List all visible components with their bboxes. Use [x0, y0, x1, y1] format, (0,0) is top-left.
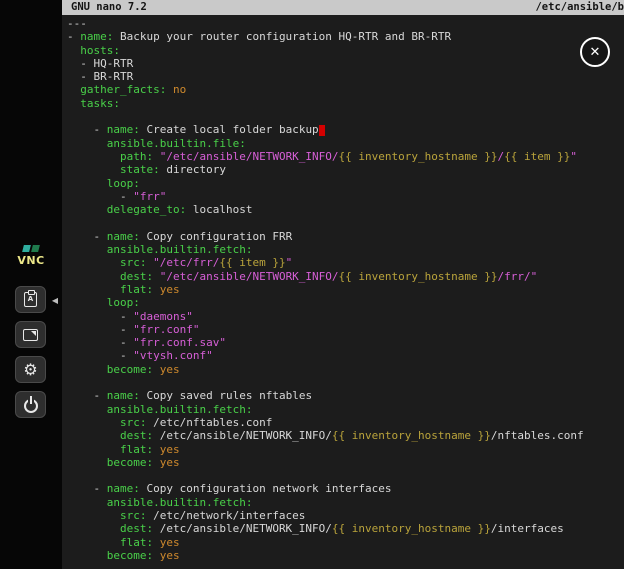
editor-line: - "frr.conf.sav" [67, 336, 624, 349]
editor-line [67, 110, 624, 123]
editor-line: - "vtysh.conf" [67, 349, 624, 362]
editor-line: - BR-RTR [67, 70, 624, 83]
vnc-logo-mark-icon [23, 245, 39, 252]
editor-line: hosts: [67, 44, 624, 57]
close-icon: ✕ [590, 46, 601, 59]
vnc-control-sidebar: VNC A ⚙ ◀ [0, 0, 62, 569]
editor-line: - "frr.conf" [67, 323, 624, 336]
editor-line: loop: [67, 296, 624, 309]
editor-line: - HQ-RTR [67, 57, 624, 70]
terminal-window: GNU nano 7.2 /etc/ansible/b ---- name: B… [62, 0, 624, 569]
editor-line: become: yes [67, 456, 624, 469]
editor-line: dest: /etc/ansible/NETWORK_INFO/{{ inven… [67, 429, 624, 442]
settings-button[interactable]: ⚙ [15, 356, 46, 383]
editor-line: - name: Copy saved rules nftables [67, 389, 624, 402]
editor-line: - name: Create local folder backup [67, 123, 624, 136]
gear-icon: ⚙ [23, 362, 37, 378]
editor-line: - "frr" [67, 190, 624, 203]
power-button[interactable] [15, 391, 46, 418]
editor-line: flat: yes [67, 283, 624, 296]
editor-line: ansible.builtin.file: [67, 137, 624, 150]
editor-line [67, 469, 624, 482]
editor-line [67, 216, 624, 229]
editor-content[interactable]: ---- name: Backup your router configurat… [62, 15, 624, 562]
editor-line: - "daemons" [67, 310, 624, 323]
screen: VNC A ⚙ ◀ GNU nano 7.2 /etc/ansible/b --… [0, 0, 624, 569]
editor-line: become: yes [67, 549, 624, 562]
editor-line: dest: /etc/ansible/NETWORK_INFO/{{ inven… [67, 522, 624, 535]
file-path-label: /etc/ansible/b [535, 0, 624, 15]
editor-line: ansible.builtin.fetch: [67, 243, 624, 256]
editor-line: gather_facts: no [67, 83, 624, 96]
clipboard-icon: A [24, 292, 37, 307]
close-button[interactable]: ✕ [580, 37, 610, 67]
editor-line: state: directory [67, 163, 624, 176]
editor-line: src: /etc/nftables.conf [67, 416, 624, 429]
text-cursor [319, 125, 325, 136]
editor-line: - name: Copy configuration FRR [67, 230, 624, 243]
editor-line: --- [67, 17, 624, 30]
power-icon [24, 399, 38, 413]
editor-line: flat: yes [67, 536, 624, 549]
editor-line: delegate_to: localhost [67, 203, 624, 216]
editor-line: become: yes [67, 363, 624, 376]
editor-line: src: /etc/network/interfaces [67, 509, 624, 522]
fullscreen-icon [23, 329, 38, 341]
editor-line: tasks: [67, 97, 624, 110]
editor-line: flat: yes [67, 443, 624, 456]
editor-line: src: "/etc/frr/{{ item }}" [67, 256, 624, 269]
nano-version-label: GNU nano 7.2 [71, 0, 147, 15]
editor-line: - name: Copy configuration network inter… [67, 482, 624, 495]
sidebar-collapse-handle[interactable]: ◀ [49, 288, 61, 312]
editor-line [67, 376, 624, 389]
fullscreen-button[interactable] [15, 321, 46, 348]
vnc-logo: VNC [0, 245, 62, 267]
vnc-logo-text: VNC [17, 254, 44, 267]
editor-line: path: "/etc/ansible/NETWORK_INFO/{{ inve… [67, 150, 624, 163]
editor-line: - name: Backup your router configuration… [67, 30, 624, 43]
editor-line: ansible.builtin.fetch: [67, 403, 624, 416]
clipboard-button[interactable]: A [15, 286, 46, 313]
editor-line: dest: "/etc/ansible/NETWORK_INFO/{{ inve… [67, 270, 624, 283]
editor-line: loop: [67, 177, 624, 190]
editor-line: ansible.builtin.fetch: [67, 496, 624, 509]
nano-titlebar: GNU nano 7.2 /etc/ansible/b [62, 0, 624, 15]
